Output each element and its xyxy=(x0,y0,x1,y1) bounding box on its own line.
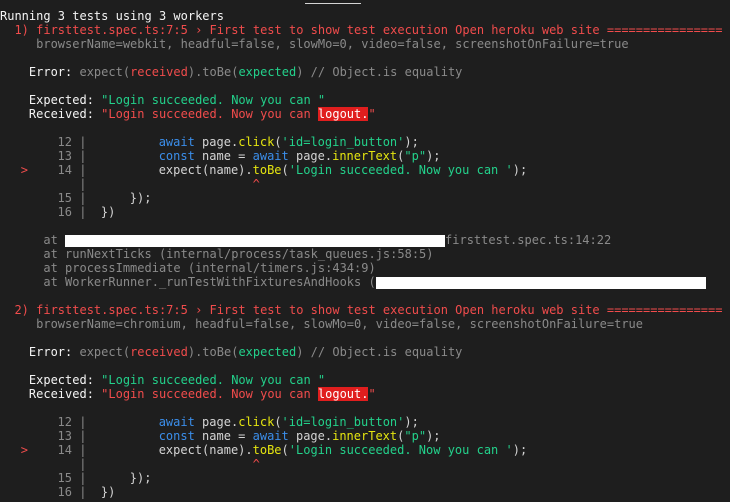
code-text: const name = await page.innerText("p"); xyxy=(158,429,441,443)
code-text: expect(name).toBe('Login succeeded. Now … xyxy=(158,443,528,457)
code-line: 12 | await page.click('id=login_button')… xyxy=(0,135,419,149)
error-caret: ^ xyxy=(86,457,260,471)
expected-label: Expected: xyxy=(0,373,102,387)
stack-frame: at processImmediate (internal/timers.js:… xyxy=(0,261,376,275)
code-line: 16 | }) xyxy=(0,485,116,499)
stack-prefix: at xyxy=(0,233,66,247)
error-received: received xyxy=(130,345,188,359)
line-number: 13 xyxy=(57,149,72,163)
scroll-indicator xyxy=(305,3,361,4)
stack-prefix: at xyxy=(0,275,66,289)
redacted-path xyxy=(65,234,446,247)
expected-value: "Login succeeded. Now you can " xyxy=(101,373,326,387)
code-line-error: >14 | expect(name).toBe('Login succeeded… xyxy=(0,443,527,457)
error-mid: ).toBe( xyxy=(187,65,239,79)
code-line: 12 | await page.click('id=login_button')… xyxy=(0,415,419,429)
code-text: }); xyxy=(86,471,152,485)
expected-value: "Login succeeded. Now you can " xyxy=(101,93,326,107)
error-expected: expected xyxy=(238,65,297,79)
code-text: }) xyxy=(86,485,116,499)
stack-prefix: at xyxy=(0,261,66,275)
failure-params: browserName=webkit, headful=false, slowM… xyxy=(0,37,629,51)
received-value-end: " xyxy=(368,107,376,121)
line-number: 14 xyxy=(57,443,72,457)
line-number: 16 xyxy=(57,485,72,499)
code-line: 16 | }) xyxy=(0,205,116,219)
failure-title: 1) firsttest.spec.ts:7:5 › First test to… xyxy=(0,23,723,37)
code-text: await page.click('id=login_button'); xyxy=(158,415,419,429)
run-summary: Running 3 tests using 3 workers xyxy=(0,9,224,23)
code-text: expect(name).toBe('Login succeeded. Now … xyxy=(158,163,528,177)
received-line: Received: "Login succeeded. Now you can … xyxy=(0,387,376,401)
received-label: Received: xyxy=(0,387,102,401)
line-number: 16 xyxy=(57,205,72,219)
received-value: "Login succeeded. Now you can xyxy=(101,107,318,121)
stack-frame: at WorkerRunner._runTestWithFixturesAndH… xyxy=(0,275,706,289)
line-number: 15 xyxy=(57,191,72,205)
stack-prefix: at xyxy=(0,247,66,261)
error-line: Error: expect(received).toBe(expected) /… xyxy=(0,345,463,359)
stack-location: runNextTicks (internal/process/task_queu… xyxy=(65,247,434,261)
stack-location: processImmediate (internal/timers.js:434… xyxy=(65,261,376,275)
error-suffix: ) // Object.is equality xyxy=(296,65,463,79)
expected-line: Expected: "Login succeeded. Now you can … xyxy=(0,93,325,107)
redacted-path xyxy=(375,276,706,289)
line-number: 12 xyxy=(57,135,72,149)
error-prefix: Error: xyxy=(0,345,80,359)
line-number: 15 xyxy=(57,471,72,485)
code-text: await page.click('id=login_button'); xyxy=(158,135,419,149)
terminal-output: Running 3 tests using 3 workers 1) first… xyxy=(0,0,730,502)
received-diff-highlight: logout. xyxy=(317,107,369,121)
error-suffix: ) // Object.is equality xyxy=(296,345,463,359)
error-expect: expect( xyxy=(79,65,131,79)
error-mid: ).toBe( xyxy=(187,345,239,359)
code-caret-line: | ^ xyxy=(72,457,260,471)
line-number: 12 xyxy=(57,415,72,429)
expected-line: Expected: "Login succeeded. Now you can … xyxy=(0,373,325,387)
code-line-error: >14 | expect(name).toBe('Login succeeded… xyxy=(0,163,527,177)
line-marker: > xyxy=(20,443,28,457)
error-prefix: Error: xyxy=(0,65,80,79)
code-text: }); xyxy=(86,191,152,205)
error-line: Error: expect(received).toBe(expected) /… xyxy=(0,65,463,79)
code-line: 15 | }); xyxy=(0,471,152,485)
error-expect: expect( xyxy=(79,345,131,359)
stack-location: WorkerRunner._runTestWithFixturesAndHook… xyxy=(65,275,376,289)
stack-location: firsttest.spec.ts:14:22 xyxy=(445,233,612,247)
stack-frame: at runNextTicks (internal/process/task_q… xyxy=(0,247,434,261)
expected-label: Expected: xyxy=(0,93,102,107)
received-label: Received: xyxy=(0,107,102,121)
received-value: "Login succeeded. Now you can xyxy=(101,387,318,401)
failure-title: 2) firsttest.spec.ts:7:5 › First test to… xyxy=(0,303,723,317)
received-value-end: " xyxy=(368,387,376,401)
code-line: 13 | const name = await page.innerText("… xyxy=(0,429,441,443)
stack-frame: at firsttest.spec.ts:14:22 xyxy=(0,233,611,247)
error-expected: expected xyxy=(238,345,297,359)
error-caret: ^ xyxy=(86,177,260,191)
error-received: received xyxy=(130,65,188,79)
code-text: }) xyxy=(86,205,116,219)
received-line: Received: "Login succeeded. Now you can … xyxy=(0,107,376,121)
code-caret-line: | ^ xyxy=(72,177,260,191)
code-line: 13 | const name = await page.innerText("… xyxy=(0,149,441,163)
code-line: 15 | }); xyxy=(0,191,152,205)
line-marker: > xyxy=(20,163,28,177)
code-text: const name = await page.innerText("p"); xyxy=(158,149,441,163)
received-diff-highlight: logout. xyxy=(317,387,369,401)
line-number: 13 xyxy=(57,429,72,443)
failure-params: browserName=chromium, headful=false, slo… xyxy=(0,317,643,331)
line-number: 14 xyxy=(57,163,72,177)
